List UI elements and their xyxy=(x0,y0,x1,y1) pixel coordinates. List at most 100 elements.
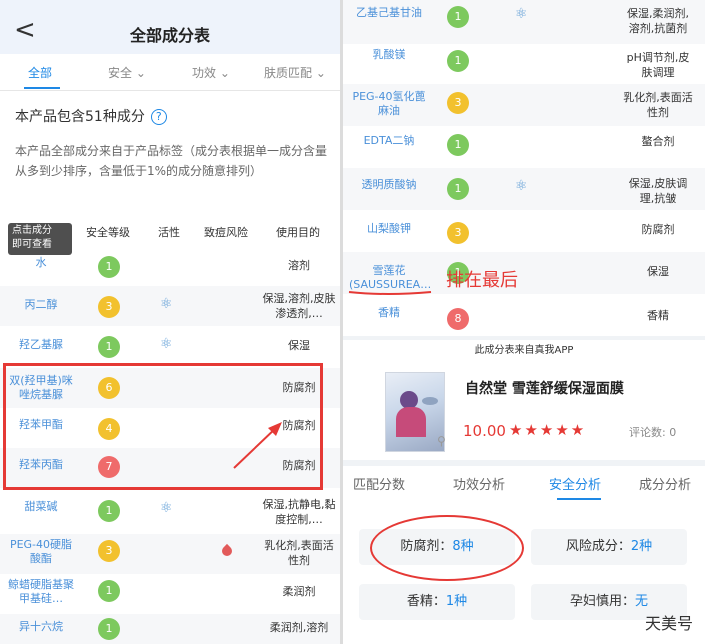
page-title: 全部成分表 xyxy=(129,26,210,45)
purpose: 溶剂 xyxy=(288,259,310,272)
safety-badge: 1 xyxy=(447,50,469,72)
ingredient-name[interactable]: 乳酸镁 xyxy=(349,48,429,62)
analysis-tabs: 匹配分数 功效分析 安全分析 成分分析 xyxy=(343,466,705,502)
purpose: 保湿,皮肤调理,抗皱 xyxy=(628,177,688,205)
purpose: 保湿 xyxy=(288,339,310,352)
table-row[interactable]: 乳酸镁 1 pH调节剂,皮肤调理 xyxy=(343,44,705,86)
safety-badge: 3 xyxy=(98,296,120,318)
annotation-underline xyxy=(348,291,432,295)
safety-badge: 1 xyxy=(98,256,120,278)
search-icon: ⚲ xyxy=(437,434,446,448)
ingredient-name[interactable]: EDTA二钠 xyxy=(349,134,429,148)
ingredient-name[interactable]: 羟乙基脲 xyxy=(6,338,76,352)
active-molecule-icon: ⚛ xyxy=(515,6,528,22)
table-row[interactable]: 丙二醇 3 ⚛ 保湿,溶剂,皮肤渗透剂,… xyxy=(0,286,340,326)
rating-stars: ★★★★★ xyxy=(509,421,587,439)
active-molecule-icon: ⚛ xyxy=(160,500,173,516)
figure-body xyxy=(396,407,426,437)
ingredient-name[interactable]: 乙基己基甘油 xyxy=(349,6,429,20)
ingredient-name[interactable]: 鲸蜡硬脂基聚甲基硅… xyxy=(6,578,76,606)
safety-badge: 3 xyxy=(447,222,469,244)
tab-safety[interactable]: 安全 ⌄ xyxy=(108,64,146,81)
annotation-arrow xyxy=(233,422,282,469)
purpose: 香精 xyxy=(647,309,669,322)
stat-fragrance[interactable]: 香精：1种 xyxy=(359,584,515,620)
chevron-down-icon: ⌄ xyxy=(315,66,326,80)
tab-efficacy-analysis[interactable]: 功效分析 xyxy=(453,474,505,493)
ingredient-name[interactable]: 丙二醇 xyxy=(6,298,76,312)
tab-match-score[interactable]: 匹配分数 xyxy=(353,474,405,493)
purpose: 乳化剂,表面活性剂 xyxy=(264,539,334,567)
product-name: 自然堂 雪莲舒缓保湿面膜 xyxy=(465,381,624,397)
header-purpose: 使用目的 xyxy=(276,226,320,239)
figure-bird xyxy=(422,397,438,405)
table-row[interactable]: 鲸蜡硬脂基聚甲基硅… 1 柔润剂 xyxy=(0,574,340,614)
header-active: 活性 xyxy=(158,226,180,239)
table-row[interactable]: 山梨酸钾 3 防腐剂 xyxy=(343,210,705,252)
acne-risk-drop-icon xyxy=(219,543,235,559)
tab-skin-match[interactable]: 肤质匹配 ⌄ xyxy=(264,64,326,81)
header-safety: 安全等级 xyxy=(86,226,130,239)
table-row[interactable]: 乙基己基甘油 1 ⚛ 保湿,柔润剂,溶剂,抗菌剂 xyxy=(343,0,705,44)
ingredient-name[interactable]: 山梨酸钾 xyxy=(349,222,429,236)
purpose: 保湿 xyxy=(647,265,669,278)
tab-safety-analysis[interactable]: 安全分析 xyxy=(549,474,601,493)
table-row[interactable]: PEG-40硬脂酸酯 3 乳化剂,表面活性剂 xyxy=(0,534,340,574)
safety-badge: 8 xyxy=(447,308,469,330)
nav-bar: < 全部成分表 xyxy=(0,8,340,54)
table-row[interactable]: 甜菜碱 1 ⚛ 保湿,抗静电,黏度控制,… xyxy=(0,494,340,534)
active-molecule-icon: ⚛ xyxy=(515,178,528,194)
active-molecule-icon: ⚛ xyxy=(160,296,173,312)
tap-tooltip: 点击成分 即可查看 xyxy=(8,223,72,255)
tab-ingredient-analysis[interactable]: 成分分析 xyxy=(639,474,691,493)
ingredient-name[interactable]: 透明质酸钠 xyxy=(349,178,429,192)
safety-badge: 1 xyxy=(98,336,120,358)
safety-badge: 1 xyxy=(98,618,120,640)
safety-badge: 1 xyxy=(98,500,120,522)
ingredient-name[interactable]: 香精 xyxy=(349,306,429,320)
filter-tabs: 全部 安全 ⌄ 功效 ⌄ 肤质匹配 ⌄ xyxy=(0,54,340,91)
chevron-down-icon: ⌄ xyxy=(219,66,230,80)
annotation-text: 排在最后 xyxy=(446,270,518,291)
status-bar xyxy=(0,0,340,8)
ingredient-name[interactable]: 甜菜碱 xyxy=(6,500,76,514)
product-image[interactable] xyxy=(385,372,445,452)
purpose: 保湿,柔润剂,溶剂,抗菌剂 xyxy=(627,7,689,35)
stat-risk-ingredients[interactable]: 风险成分：2种 xyxy=(531,529,687,565)
product-score: 10.00 xyxy=(463,422,506,440)
product-card[interactable]: ⚲ 自然堂 雪莲舒缓保湿面膜 10.00 ★★★★★ 评论数: 0 xyxy=(343,362,705,460)
safety-badge: 1 xyxy=(447,178,469,200)
ingredient-list-screen: < 全部成分表 全部 安全 ⌄ 功效 ⌄ 肤质匹配 ⌄ 本产品包含51种成分? … xyxy=(0,0,340,644)
table-row[interactable]: 香精 8 香精 xyxy=(343,294,705,336)
ingredient-name[interactable]: PEG-40硬脂酸酯 xyxy=(6,538,76,566)
table-row[interactable]: 透明质酸钠 1 ⚛ 保湿,皮肤调理,抗皱 xyxy=(343,168,705,210)
ingredient-count: 本产品包含51种成分? xyxy=(15,106,167,126)
highlight-ellipse xyxy=(370,515,524,581)
ingredient-name[interactable]: 异十六烷 xyxy=(6,620,76,634)
purpose: 防腐剂 xyxy=(641,223,675,236)
help-icon[interactable]: ? xyxy=(150,109,167,125)
table-row[interactable]: EDTA二钠 1 螯合剂 xyxy=(343,126,705,168)
watermark: 天美号 xyxy=(644,614,693,633)
header-acne: 致痘风险 xyxy=(204,226,248,239)
purpose: 保湿,抗静电,黏度控制,… xyxy=(262,498,336,526)
chevron-down-icon: ⌄ xyxy=(135,66,146,80)
description: 本产品全部成分来自于产品标签（成分表根据单一成分含量从多到少排序，含量低于1%的… xyxy=(15,144,328,178)
safety-badge: 1 xyxy=(447,134,469,156)
table-row[interactable]: PEG-40氢化蓖麻油 3 乳化剂,表面活性剂 xyxy=(343,84,705,126)
active-molecule-icon: ⚛ xyxy=(160,336,173,352)
purpose: 乳化剂,表面活性剂 xyxy=(623,91,693,119)
ingredient-name[interactable]: PEG-40氢化蓖麻油 xyxy=(349,90,429,118)
safety-badge: 1 xyxy=(447,6,469,28)
tab-underline xyxy=(24,87,60,89)
ingredient-name[interactable]: 水 xyxy=(6,256,76,270)
tab-underline xyxy=(557,498,601,500)
source-note: 此成分表来自真我APP xyxy=(343,340,705,362)
table-row[interactable]: 异十六烷 1 柔润剂,溶剂 xyxy=(0,614,340,644)
tab-all[interactable]: 全部 xyxy=(28,64,52,81)
tab-efficacy[interactable]: 功效 ⌄ xyxy=(192,64,230,81)
purpose: 螯合剂 xyxy=(641,135,675,148)
table-row[interactable]: 羟乙基脲 1 ⚛ 保湿 xyxy=(0,326,340,366)
safety-badge: 1 xyxy=(98,580,120,602)
purpose: 柔润剂,溶剂 xyxy=(269,621,329,634)
